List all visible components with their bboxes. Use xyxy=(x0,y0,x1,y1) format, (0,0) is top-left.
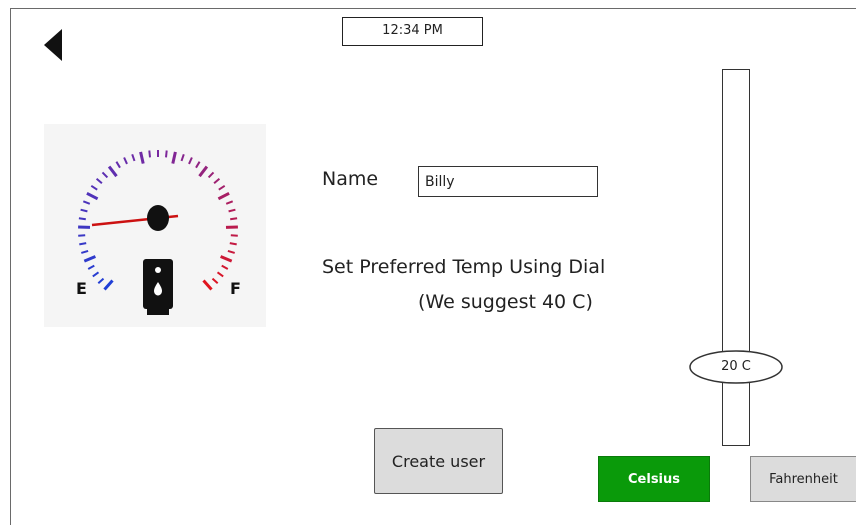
gauge-tick xyxy=(103,279,114,291)
gauge-tick xyxy=(198,165,209,178)
gauge-tick xyxy=(211,277,219,284)
gauge-tick xyxy=(213,178,221,185)
gauge-tick xyxy=(220,255,233,263)
gauge-tick xyxy=(218,184,226,191)
gauge-tick xyxy=(227,249,235,254)
gauge-tick xyxy=(92,271,100,278)
gauge-tick xyxy=(90,184,98,191)
gauge-tick xyxy=(87,264,95,270)
gauge-tick xyxy=(225,200,234,205)
slider-value-label: 20 C xyxy=(721,359,751,374)
gauge-tick xyxy=(188,157,193,165)
gauge-tick xyxy=(78,234,86,237)
gauge-tick xyxy=(207,171,215,179)
name-input[interactable] xyxy=(418,166,598,197)
name-label: Name xyxy=(322,168,379,190)
gauge-tick xyxy=(228,208,236,213)
gauge-tick xyxy=(230,217,238,221)
fuel-gauge: E F xyxy=(44,124,266,327)
gauge-tick xyxy=(101,171,109,179)
fuel-pump-icon xyxy=(143,259,173,315)
gauge-tick xyxy=(80,208,88,213)
create-user-button[interactable]: Create user xyxy=(374,428,503,494)
temperature-slider-track[interactable] xyxy=(722,69,750,446)
gauge-tick xyxy=(171,151,177,164)
gauge-tick xyxy=(217,191,230,201)
gauge-tick xyxy=(221,264,229,270)
gauge-tick xyxy=(195,161,201,169)
clock-display: 12:34 PM xyxy=(342,17,483,46)
gauge-tick xyxy=(97,277,105,284)
gauge-tick xyxy=(79,242,87,246)
gauge-tick xyxy=(95,178,103,185)
gauge-tick xyxy=(123,157,128,165)
back-arrow-icon xyxy=(44,29,62,61)
gauge-tick xyxy=(139,151,145,164)
gauge-tick xyxy=(165,150,168,158)
gauge-tick xyxy=(107,165,118,178)
temp-instruction-text: Set Preferred Temp Using Dial xyxy=(322,256,606,278)
gauge-tick xyxy=(83,255,96,263)
gauge-tick xyxy=(229,242,237,246)
gauge-dial: E F xyxy=(76,150,241,315)
gauge-tick xyxy=(216,271,224,278)
gauge-tick xyxy=(86,191,99,201)
gauge-tick xyxy=(230,234,238,237)
gauge-tick xyxy=(82,200,91,205)
gauge-tick xyxy=(81,249,89,254)
gauge-tick xyxy=(148,150,151,158)
gauge-hub xyxy=(147,205,169,231)
gauge-empty-label: E xyxy=(76,279,87,298)
celsius-button[interactable]: Celsius xyxy=(598,456,710,502)
gauge-tick xyxy=(180,153,185,162)
gauge-tick xyxy=(78,217,86,221)
fahrenheit-button[interactable]: Fahrenheit xyxy=(750,456,856,502)
gauge-tick xyxy=(131,153,136,162)
gauge-tick xyxy=(115,161,121,169)
gauge-full-label: F xyxy=(230,279,241,298)
gauge-tick xyxy=(202,279,213,291)
temperature-slider-thumb[interactable]: 20 C xyxy=(688,349,784,385)
back-button[interactable] xyxy=(42,28,64,62)
temp-suggestion-text: (We suggest 40 C) xyxy=(418,291,593,313)
